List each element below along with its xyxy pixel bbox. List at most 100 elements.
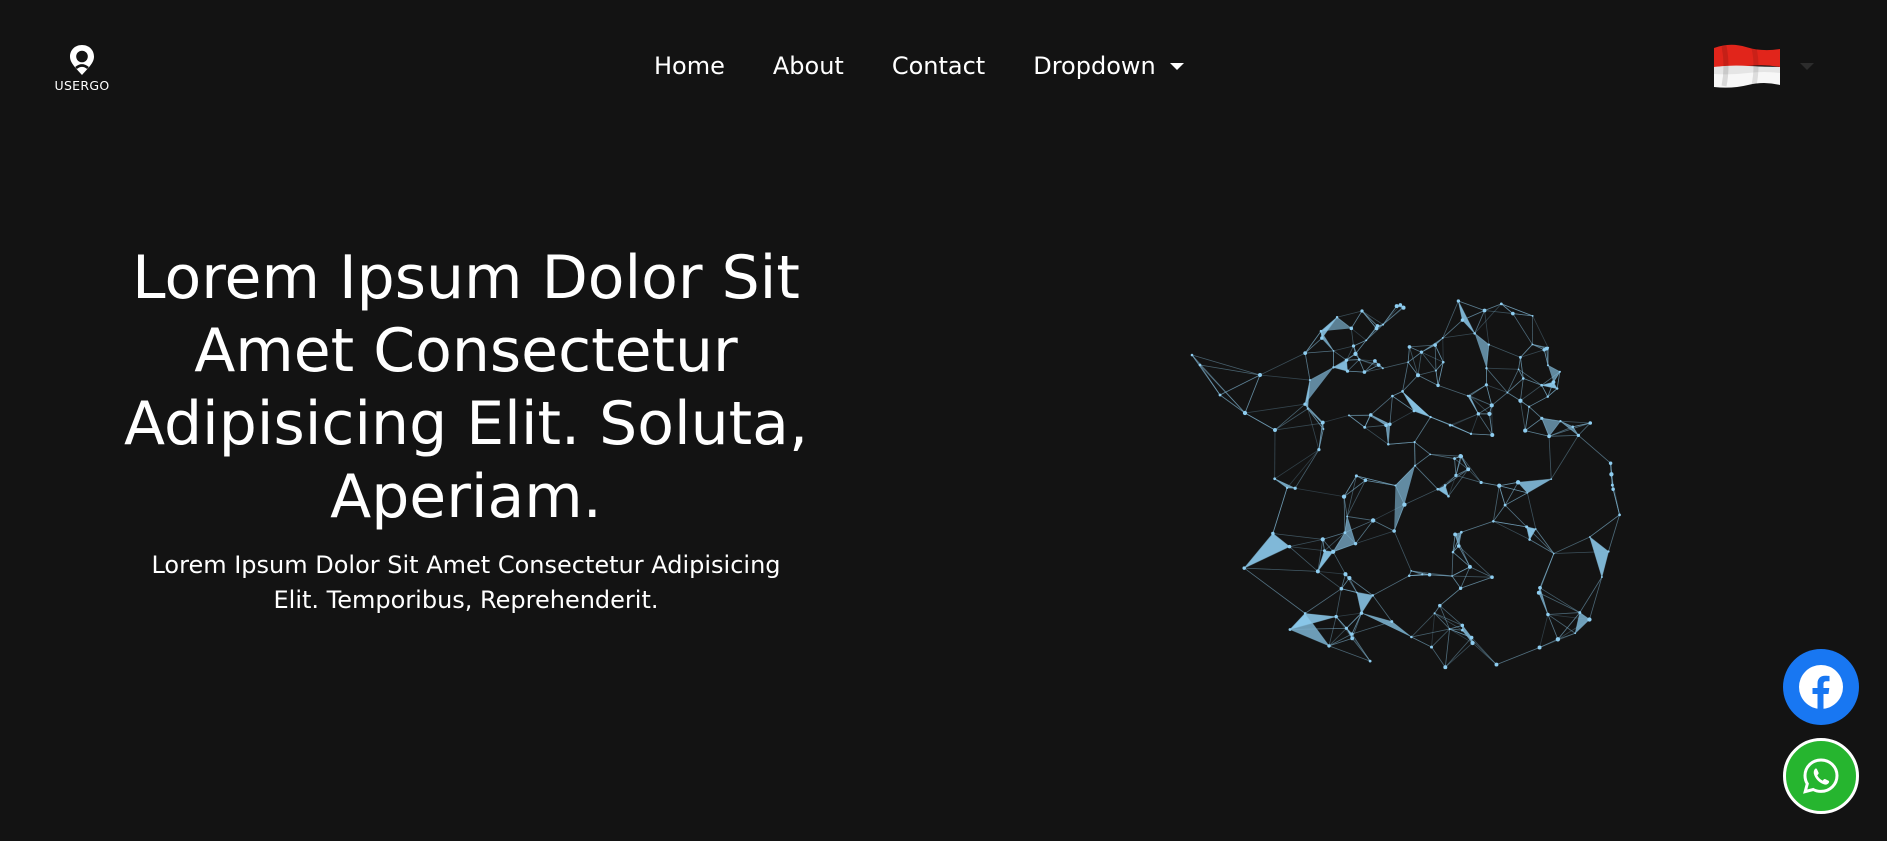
network-edge [1259,374,1310,381]
network-node [1479,480,1483,485]
network-edge [1272,533,1323,540]
network-edge [1550,435,1579,480]
network-edge [1392,391,1403,397]
network-node [1546,395,1549,398]
network-node [1497,483,1502,488]
network-node [1469,635,1474,640]
network-node [1547,434,1551,439]
network-node [1321,420,1325,425]
network-node [1242,410,1248,416]
network-edge [1407,361,1419,376]
network-edge [1364,414,1372,428]
network-node [1287,544,1292,549]
whatsapp-button[interactable] [1783,738,1859,814]
network-node [1618,513,1621,517]
network-edge [1317,571,1342,590]
network-edge [1557,619,1590,640]
network-edge [1347,516,1374,521]
network-node [1546,364,1550,367]
network-node [1381,323,1385,326]
nav-about-link[interactable]: About [773,52,844,80]
nav-dropdown-label: Dropdown [1033,52,1156,80]
brand-logo[interactable]: USERGO [48,44,116,96]
network-edge [1493,504,1506,522]
network-node [1473,332,1476,335]
network-node [1458,586,1463,590]
network-node [1346,515,1349,518]
network-node [1459,530,1463,534]
network-edge [1289,539,1323,548]
network-edge [1346,480,1366,517]
network-edge [1304,353,1311,381]
network-edge [1539,553,1555,588]
network-edge [1304,330,1322,354]
network-edge [1448,469,1469,497]
network-edge [1409,346,1422,353]
nav-contact-link[interactable]: Contact [892,52,985,80]
network-edge [1295,487,1345,498]
caret-down-icon [1169,62,1184,70]
network-node [1368,659,1372,663]
network-edge [1548,436,1552,480]
network-edge [1454,458,1457,476]
network-edge [1527,492,1537,530]
network-node [1540,383,1544,387]
network-edge [1461,456,1482,483]
network-node [1357,358,1361,361]
network-edge [1435,370,1439,386]
whatsapp-icon [1803,758,1839,794]
network-node [1484,383,1488,387]
network-node [1349,326,1354,331]
network-node [1348,414,1350,417]
network-edge [1491,405,1493,436]
network-node [1394,304,1399,309]
network-node [1531,314,1534,317]
nav-home-link[interactable]: Home [654,52,725,80]
network-node [1242,566,1246,570]
network-node [1443,484,1447,487]
network-facet [1244,533,1290,569]
network-node [1443,665,1448,670]
network-edge [1434,344,1444,363]
network-node [1271,531,1275,536]
network-node [1482,308,1487,313]
network-node [1451,550,1455,554]
network-node [1538,585,1542,590]
facebook-button[interactable] [1783,649,1859,725]
language-selector[interactable] [1710,40,1814,92]
network-edge [1372,575,1410,596]
network-edge [1589,514,1620,538]
network-edge [1520,378,1524,401]
network-node [1436,383,1440,388]
network-edge [1524,417,1543,431]
network-edge [1317,570,1346,575]
network-node [1460,623,1465,628]
network-node [1334,614,1338,619]
network-edge [1244,412,1276,431]
network-node [1528,538,1531,541]
network-node [1384,423,1388,428]
network-node [1394,484,1397,487]
network-node [1351,344,1356,348]
network-edge [1485,384,1493,406]
network-edge [1304,337,1323,354]
nav-dropdown-toggle[interactable]: Dropdown [1033,52,1184,80]
network-edge [1608,514,1620,552]
network-node [1419,350,1424,354]
network-node [1460,318,1465,322]
network-node [1402,502,1407,507]
network-edge [1414,465,1439,490]
network-node [1436,487,1440,491]
network-node [1376,363,1381,367]
network-edge [1444,628,1450,668]
network-edge [1304,588,1342,614]
network-node [1331,549,1336,554]
network-edge [1528,406,1543,419]
network-edge [1407,351,1422,363]
network-edge [1346,475,1357,517]
network-node [1344,358,1349,362]
facebook-icon [1799,665,1843,709]
network-edge [1578,435,1611,464]
network-edge [1407,346,1410,363]
network-node [1339,586,1344,591]
